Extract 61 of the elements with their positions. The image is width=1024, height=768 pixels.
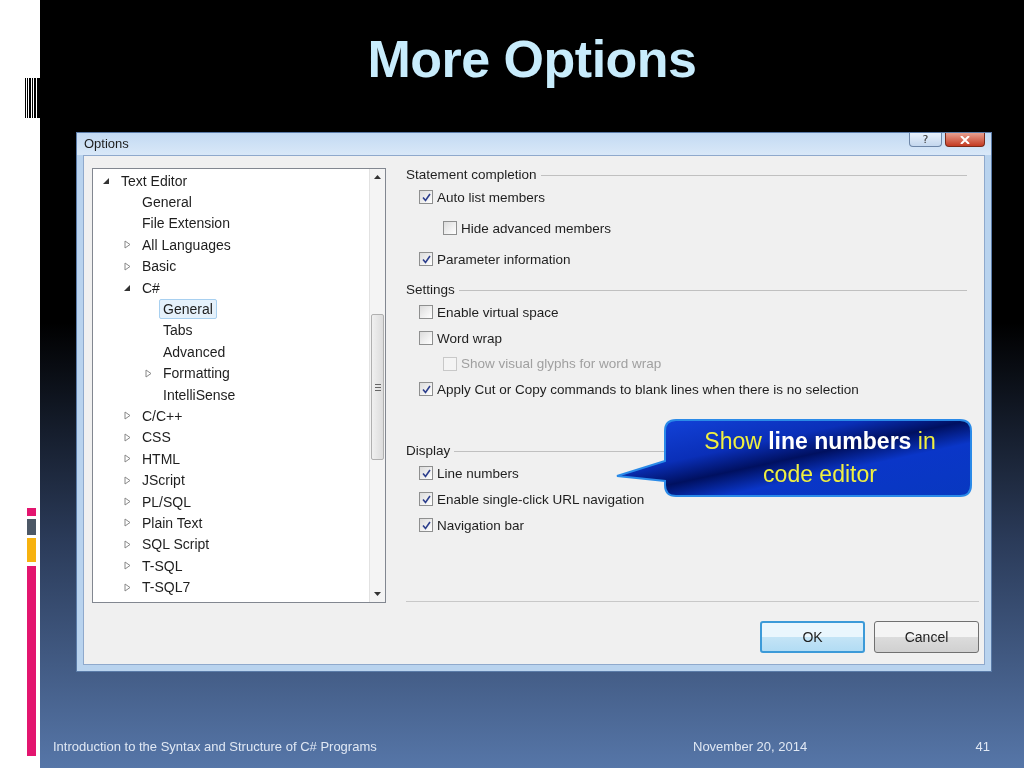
checkbox[interactable]	[419, 466, 433, 480]
checkbox-label: Parameter information	[437, 251, 571, 267]
checkbox[interactable]	[443, 221, 457, 235]
close-button[interactable]	[945, 133, 985, 147]
dialog-button[interactable]: Cancel	[874, 621, 979, 653]
checkbox-label: Apply Cut or Copy commands to blank lines when there is no selection	[437, 381, 859, 397]
scroll-down-icon[interactable]	[374, 592, 381, 596]
group-heading: Statement completion	[406, 166, 537, 182]
checkbox-label: Enable single-click URL navigation	[437, 491, 645, 507]
checkbox[interactable]	[419, 331, 433, 345]
scroll-thumb[interactable]	[371, 314, 384, 460]
tree-item[interactable]: General	[159, 299, 217, 320]
group-heading: Display	[406, 442, 451, 458]
tree-item[interactable]: Plain Text	[138, 512, 207, 533]
checkbox[interactable]	[419, 518, 433, 532]
tree-item[interactable]: C/C++	[138, 406, 187, 426]
tree-item[interactable]: PL/SQL	[138, 491, 196, 512]
tree-item[interactable]: Tabs	[159, 320, 197, 341]
tree-item[interactable]: All Languages	[138, 234, 235, 255]
grip-icon	[374, 383, 381, 391]
scrollbar[interactable]	[369, 169, 385, 602]
checkbox-label: Navigation bar	[437, 517, 525, 533]
checkbox-label: Enable virtual space	[437, 304, 559, 320]
checkbox[interactable]	[419, 305, 433, 319]
tree-item[interactable]: File Extension	[138, 213, 234, 234]
triangle-icon[interactable]	[124, 283, 131, 293]
tree-item[interactable]: IntelliSense	[159, 384, 240, 405]
tree-item[interactable]: Advanced	[159, 341, 230, 362]
tree-item[interactable]: HTML	[138, 448, 185, 469]
checkbox[interactable]	[419, 190, 433, 204]
checkbox-label: Line numbers	[437, 465, 519, 481]
window-title: Options	[84, 136, 129, 151]
tree-item[interactable]: SQL Script	[138, 534, 214, 555]
checkbox-label: Auto list members	[437, 189, 546, 205]
slide-date: November 20, 2014	[693, 739, 809, 754]
tree-item[interactable]: Formatting	[159, 363, 234, 384]
checkbox[interactable]	[419, 252, 433, 266]
tree-item[interactable]: General	[138, 192, 196, 213]
stripes-drawing	[25, 78, 40, 118]
tree-item[interactable]: T-SQL7	[138, 577, 195, 598]
checkbox-label: Word wrap	[437, 330, 503, 346]
checkbox-label: Show visual glyphs for word wrap	[461, 356, 662, 371]
dialog-button[interactable]: OK	[760, 621, 865, 653]
tree-item[interactable]: JScript	[138, 470, 189, 491]
help-button[interactable]: ?	[909, 133, 942, 147]
slide-number: 41	[975, 739, 990, 754]
tree-item[interactable]: T-SQL	[138, 555, 187, 576]
checkbox-label: Hide advanced members	[461, 220, 612, 236]
footer-text: Introduction to the Syntax and Structure of C# Programs	[53, 739, 378, 754]
scroll-up-icon[interactable]	[374, 175, 381, 179]
callout-text: Show line numbers in code editor	[703, 427, 937, 489]
checkbox[interactable]	[419, 492, 433, 506]
tree-item[interactable]: Basic	[138, 256, 181, 277]
tree-item[interactable]: C#	[138, 277, 164, 298]
tree-item[interactable]: Text Editor	[117, 170, 192, 191]
triangle-icon[interactable]	[103, 176, 110, 186]
checkbox[interactable]	[419, 382, 433, 396]
close-icon	[960, 135, 970, 144]
slide-title: More Options	[367, 29, 697, 90]
tree-item[interactable]: CSS	[138, 427, 175, 448]
group-heading: Settings	[406, 281, 455, 297]
